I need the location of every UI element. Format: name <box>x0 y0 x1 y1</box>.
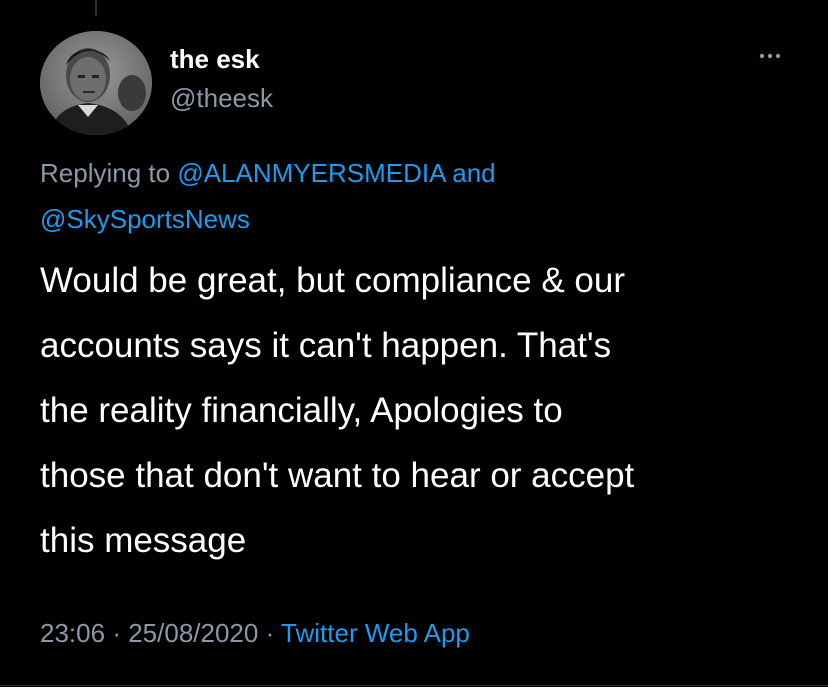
mention-link-alanmyersmedia[interactable]: @ALANMYERSMEDIA <box>177 158 445 188</box>
author-handle[interactable]: @theesk <box>170 83 273 114</box>
replying-to-line: Replying to @ALANMYERSMEDIA and @SkySpor… <box>40 150 800 242</box>
tweet-text-line: the reality financially, Apologies to <box>40 391 563 430</box>
tweet-source-link[interactable]: Twitter Web App <box>281 618 470 648</box>
more-horizontal-icon <box>759 53 781 59</box>
tweet-date[interactable]: 25/08/2020 <box>128 618 258 648</box>
tweet-text-line: Would be great, but compliance & our <box>40 261 625 300</box>
author-display-name[interactable]: the esk <box>170 44 260 75</box>
tweet-text-line: this message <box>40 521 247 560</box>
tweet-text: Would be great, but compliance & our acc… <box>40 248 810 573</box>
mention-joiner: and <box>452 158 496 188</box>
avatar-photo <box>40 31 152 135</box>
meta-separator: · <box>265 618 275 648</box>
avatar[interactable] <box>40 31 152 135</box>
tweet-text-line: those that don't want to hear or accept <box>40 456 635 495</box>
replying-to-label: Replying to <box>40 158 171 188</box>
tweet-text-line: accounts says it can't happen. That's <box>40 326 612 365</box>
bottom-divider <box>0 685 828 686</box>
more-options-button[interactable] <box>750 44 790 68</box>
mention-link-skysportsnews[interactable]: @SkySportsNews <box>40 204 250 234</box>
tweet-metadata: 23:06 · 25/08/2020 · Twitter Web App <box>40 618 470 649</box>
meta-separator: · <box>112 618 121 648</box>
thread-connector-line <box>95 0 97 16</box>
tweet-time[interactable]: 23:06 <box>40 618 105 648</box>
